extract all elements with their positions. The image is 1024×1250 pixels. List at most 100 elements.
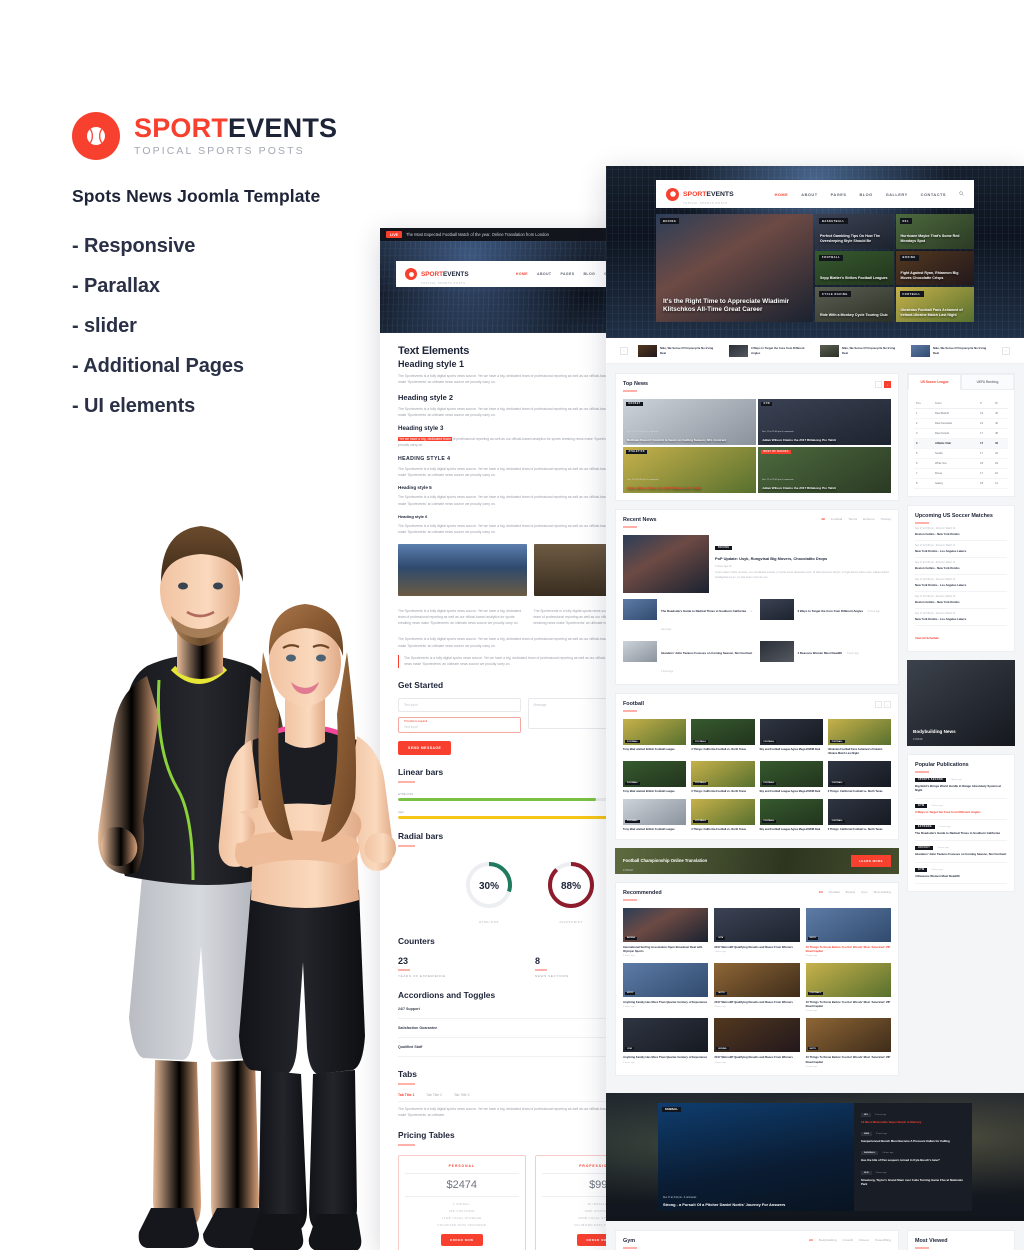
filter-boxing[interactable]: Boxing	[846, 890, 855, 894]
filter-gym[interactable]: Gym	[861, 890, 868, 894]
hero-main-card[interactable]: BOXING It's the Right Time to Appreciate…	[656, 214, 813, 322]
filter-football[interactable]: Football	[831, 517, 842, 521]
recommended-item[interactable]: BOXING International Surfing Association …	[623, 907, 709, 957]
baseball-feature-image[interactable]: BASEBALL Dec 17 at 3:41 pm - 2 comments …	[658, 1102, 854, 1211]
top-news-item[interactable]: GYM Dec 17 at 12:46 pm 0 comments Julian…	[758, 399, 891, 445]
nav-item-pages[interactable]: PAGES	[831, 192, 847, 197]
nav-item-contacts[interactable]: CONTACTS	[921, 192, 946, 197]
list-item[interactable]: BASEBALL 3 hours ago Has the Idle of Pan …	[861, 1147, 965, 1166]
view-all-schedule-link[interactable]: View All Schedule	[915, 636, 939, 640]
football-item[interactable]: FOOTBALL Sky and Football League Agree Me…	[759, 798, 823, 832]
filter-all[interactable]: All	[821, 517, 825, 521]
recommended-item[interactable]: MOTO 10 Things To Know Before You Go! Woo…	[805, 1018, 891, 1068]
nav-item-about[interactable]: ABOUT	[801, 192, 817, 197]
nav-item-blog[interactable]: BLOG	[583, 272, 595, 276]
match-row[interactable]: Sep 17 at 8:30 pm - Round 2, Match 14 Bos…	[915, 592, 1007, 609]
filter-extreme[interactable]: Extreme	[863, 517, 875, 521]
football-item[interactable]: FOOTBALL Tony Blair wanted British Footba…	[623, 798, 687, 832]
category-badge: FOOTBALL	[819, 254, 844, 261]
promo-banner[interactable]: Football Championship Online Translation…	[615, 847, 899, 874]
list-item[interactable]: NFL 3 hours ago 10 Most Memorable Super B…	[861, 1109, 965, 1128]
filter-football[interactable]: Football	[829, 890, 840, 894]
recommended-item[interactable]: BOXING 2017 Metrodiff Qualifying Results …	[714, 1018, 800, 1067]
filter-all[interactable]: All	[809, 1238, 813, 1242]
football-item[interactable]: FOOTBALL Tony Blair wanted British Footba…	[623, 719, 687, 756]
filter-tennis[interactable]: Tennis	[848, 517, 857, 521]
top-news-item[interactable]: BEST OF RACING Dec 17 at 12:46 pm 0 comm…	[758, 447, 891, 493]
nav-item-home[interactable]: HOME	[775, 192, 789, 197]
match-row[interactable]: Sep 17 at 8:30 pm - Round 2, Match 13 New…	[915, 575, 1007, 592]
hero-card-title: Ride With a Monkey Cycle Touring Club	[820, 312, 888, 317]
hero-card[interactable]: BASKETBALL Perfect Gambling Tips On How …	[815, 214, 894, 249]
slider-thumb[interactable]: Nike, We Sense Of Unprecycle No Irving D…	[820, 344, 901, 357]
popular-item[interactable]: HOCKEY 3 hours ago Islanders' John Tavare…	[915, 841, 1007, 863]
slider-thumb[interactable]: Nike, We Sense Of Unprecycle No Irving D…	[638, 344, 719, 357]
nav-item-blog[interactable]: BLOG	[859, 192, 872, 197]
top-news-item[interactable]: ATHLETICS Dec 17 at 12:46 pm 0 comments …	[623, 447, 756, 493]
popular-item[interactable]: SPORTS SECOND 3 hours ago Big Bold's Brin…	[915, 773, 1007, 799]
slider-next-icon[interactable]: ›	[1002, 346, 1010, 355]
recommended-item[interactable]: MOTO 10 Things To Know Before You Go! Woo…	[805, 907, 891, 957]
list-item[interactable]: MMA 3 hours ago Inexperienced Bench Most …	[861, 1128, 965, 1147]
recent-news-item[interactable]: 4 Reasons Women Must Deadlift 3 hours ag…	[759, 641, 892, 677]
carousel-prev-icon[interactable]: ‹	[875, 381, 882, 388]
football-item[interactable]: FOOTBALL 3 Things: California Football vs…	[827, 798, 891, 832]
bodybuilding-banner[interactable]: Bodybuilding News 17/04/18	[907, 660, 1015, 746]
football-item[interactable]: FOOTBALL 3 Things: California Football vs…	[691, 719, 755, 756]
football-item[interactable]: FOOTBALL Ukrainian Football Fans Ashamed …	[827, 719, 891, 756]
match-row[interactable]: Sep 17 at 8:30 pm - Round 2, Match 10 Bos…	[915, 524, 1007, 541]
football-item[interactable]: FOOTBALL 3 Things: California Football vs…	[691, 798, 755, 832]
tab-us-soccer-league[interactable]: US Soccer League	[908, 374, 961, 390]
tab-uefa-ranking[interactable]: UEFA Ranking	[961, 374, 1014, 390]
filter-powerlifting[interactable]: Powerlifting	[875, 1238, 891, 1242]
top-news-item[interactable]: HOCKEY Dec 17 at 12:46 pm 0 comments Bet…	[623, 399, 756, 445]
popular-item[interactable]: GYM 3 hours ago 4 Reasons Women Must Dead…	[915, 863, 1007, 885]
nav-item-home[interactable]: HOME	[516, 272, 528, 276]
recommended-item[interactable]: MOTO Anything Family Has More Than Quarte…	[623, 962, 709, 1012]
hero-card[interactable]: NFL Hurricane Maybe That's Some Red Mond…	[895, 214, 974, 249]
hero-card[interactable]: BOXING Fight Against Ryan, Rhiannon Big …	[895, 250, 974, 286]
slider-prev-icon[interactable]: ‹	[620, 346, 628, 355]
nav-item-gallery[interactable]: GALLERY	[886, 192, 908, 197]
football-item[interactable]: FOOTBALL Sky and Football League Agree Me…	[759, 719, 823, 756]
recent-news-item[interactable]: Islanders' John Tavares Focuses on Comin…	[623, 641, 755, 677]
football-item[interactable]: FOOTBALL Sky and Football League Agree Me…	[759, 760, 823, 794]
mid-logo[interactable]: SPORTEVENTS TOPICAL SPORTS POSTS	[405, 263, 469, 285]
item-meta: 3 hours ago	[882, 1152, 894, 1155]
match-row[interactable]: Sep 17 at 8:30 pm - Round 2, Match 11 New…	[915, 541, 1007, 558]
nav-item-about[interactable]: ABOUT	[537, 272, 551, 276]
slider-thumb[interactable]: Nike, We Sense Of Unprecycle No Irving D…	[911, 344, 992, 357]
recent-news-item[interactable]: The Roadside's Guide to Radical Times in…	[623, 599, 755, 635]
search-icon[interactable]	[959, 191, 964, 197]
football-item[interactable]: FOOTBALL 3 Things: California Football vs…	[691, 760, 755, 794]
learn-more-button[interactable]: LEARN MORE	[851, 854, 891, 867]
list-item[interactable]: MLB 3 hours ago Strasburg, Taylor's Grand…	[861, 1167, 965, 1191]
home-logo[interactable]: SPORTEVENTS TOPICAL SPORTS POSTS	[666, 183, 734, 205]
hero-card[interactable]: FOOTBALL Sepp Blatter's Strikes Football…	[815, 250, 894, 286]
football-item[interactable]: FOOTBALL Tony Blair wanted British Footba…	[623, 760, 687, 794]
popular-item[interactable]: GYM 3 hours ago 3 Ways to Target the Core…	[915, 799, 1007, 821]
recommended-item[interactable]: FOOTBALL 10 Things To Know Before You Go!…	[805, 962, 891, 1012]
filter-fitness[interactable]: Fitness	[859, 1238, 869, 1242]
carousel-next-icon[interactable]: ›	[884, 381, 891, 388]
football-item[interactable]: FOOTBALL 3 Things: California Football vs…	[827, 760, 891, 794]
match-row[interactable]: Sep 17 at 8:30 pm - Round 2, Match 15 New…	[915, 609, 1007, 626]
recent-news-feature[interactable]: BOXING PoP Update: Usyk, Rungvisai Big M…	[623, 535, 891, 593]
hero-card[interactable]: FOOTBALL Ukrainian Football Fans Ashamed…	[895, 287, 974, 322]
popular-item[interactable]: EXTREME 3 hours ago The Roadside's Guide …	[915, 820, 1007, 842]
carousel-next-icon[interactable]: ›	[884, 701, 891, 708]
slider-thumb[interactable]: 3 Ways to Target the Core from Different…	[729, 344, 810, 357]
recommended-item[interactable]: GYM Anything Family Has More Than Quarter…	[623, 1018, 709, 1067]
filter-moto-racing[interactable]: Moto Racing	[874, 890, 891, 894]
nav-item-pages[interactable]: PAGES	[560, 272, 574, 276]
filter-crossfit[interactable]: Crossfit	[843, 1238, 854, 1242]
recent-news-item[interactable]: 3 Ways to Target the Core from Different…	[759, 599, 892, 635]
hero-card[interactable]: CYCLE RACING Ride With a Monkey Cycle To…	[815, 287, 894, 322]
carousel-prev-icon[interactable]: ‹	[875, 701, 882, 708]
filter-bodybuilding[interactable]: Bodybuilding	[819, 1238, 837, 1242]
recommended-item[interactable]: MOTO 2017 Metrodiff Qualifying Results an…	[714, 962, 800, 1012]
filter-all[interactable]: All	[819, 890, 823, 894]
match-row[interactable]: Sep 17 at 8:30 pm - Round 2, Match 12 Bos…	[915, 558, 1007, 575]
filter-hockey[interactable]: Hockey	[881, 517, 891, 521]
recommended-item[interactable]: GYM 2017 Metrodiff Qualifying Results and…	[714, 907, 800, 957]
